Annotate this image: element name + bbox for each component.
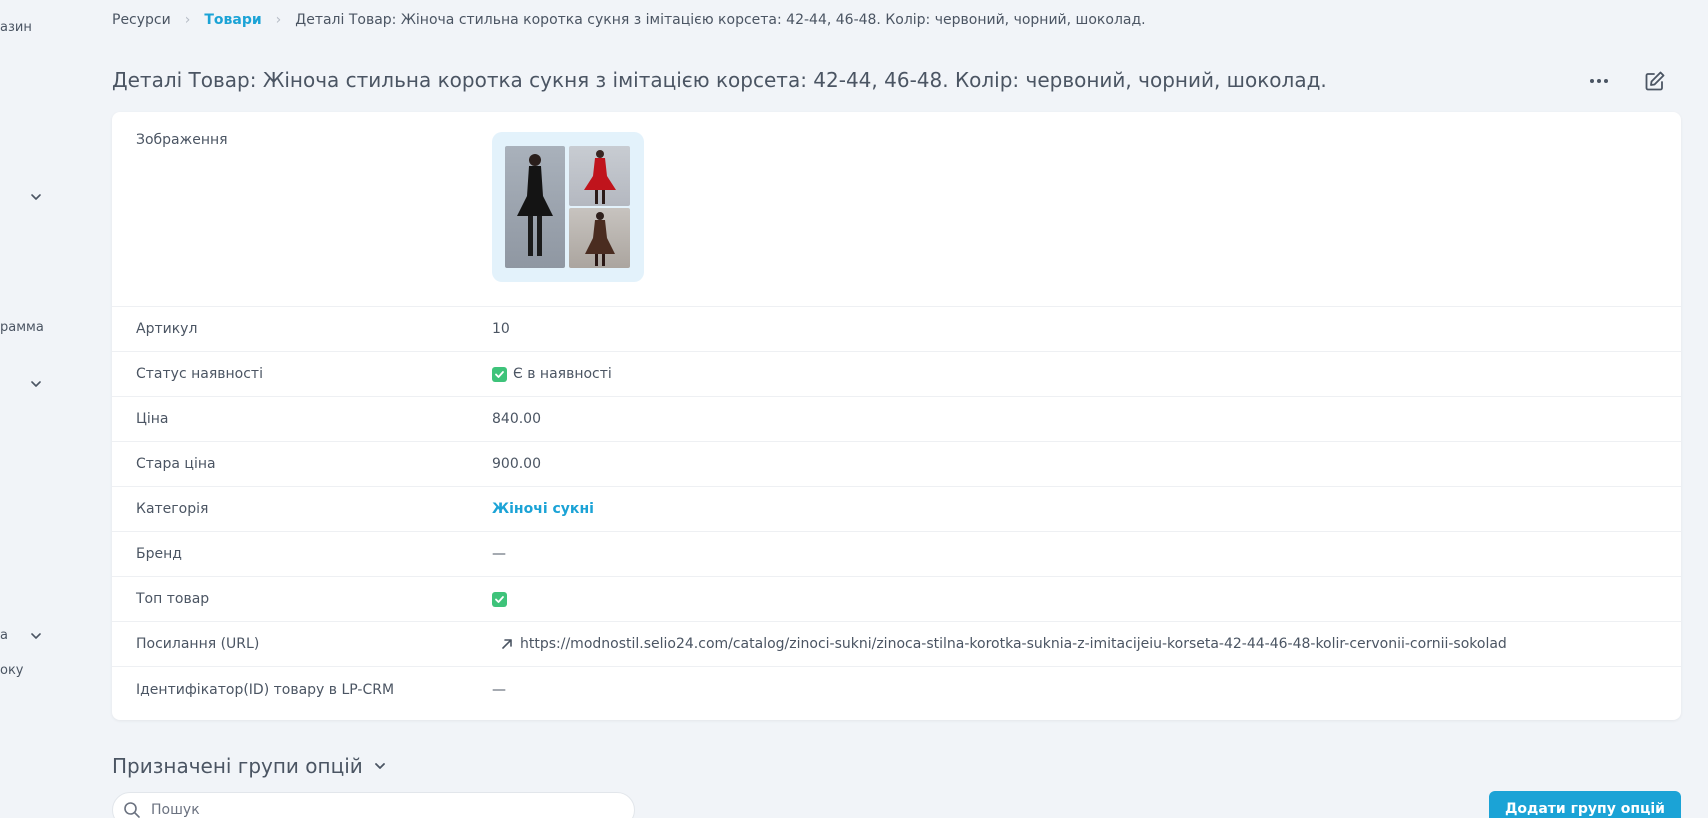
add-option-group-button[interactable]: Додати групу опцій <box>1488 791 1681 818</box>
edit-button[interactable] <box>1642 68 1668 94</box>
chevron-down-icon[interactable] <box>29 377 43 391</box>
checkbox-checked-icon <box>492 591 507 607</box>
sidebar-item-fragment[interactable]: азин <box>0 20 32 35</box>
detail-value: 900.00 <box>492 456 541 472</box>
detail-row-sku: Артикул 10 <box>112 307 1681 352</box>
checkbox-checked-icon <box>492 366 507 382</box>
photo-black-dress <box>505 146 565 268</box>
detail-label: Топ товар <box>136 591 210 607</box>
external-link-arrow-icon <box>502 639 512 649</box>
detail-value: — <box>492 546 506 562</box>
detail-label: Зображення <box>136 132 228 148</box>
page-title: Деталі Товар: Жіноча стильна коротка сук… <box>112 68 1327 92</box>
breadcrumb-separator-icon: › <box>275 12 282 28</box>
more-actions-button[interactable] <box>1586 68 1612 94</box>
photo-red-dress <box>569 146 630 206</box>
detail-label: Ціна <box>136 411 169 427</box>
breadcrumb-current: Деталі Товар: Жіноча стильна коротка сук… <box>295 12 1146 28</box>
detail-label: Стара ціна <box>136 456 216 472</box>
category-link[interactable]: Жіночі сукні <box>492 501 594 517</box>
detail-row-top-product: Топ товар <box>112 577 1681 622</box>
breadcrumb-resources[interactable]: Ресурси <box>112 12 171 28</box>
sidebar-item-fragment[interactable]: а <box>0 628 8 643</box>
option-groups-title: Призначені групи опцій <box>112 754 363 778</box>
dress-figure <box>584 212 615 266</box>
availability-status: Є в наявності <box>513 366 612 382</box>
photo-chocolate-dress <box>569 208 630 268</box>
breadcrumb: Ресурси › Товари › Деталі Товар: Жіноча … <box>112 12 1146 28</box>
detail-row-url: Посилання (URL) https://modnostil.selio2… <box>112 622 1681 667</box>
chevron-down-icon <box>374 763 385 769</box>
detail-row-lp-crm-id: Ідентифікатор(ID) товару в LP-CRM — <box>112 667 1681 712</box>
chevron-down-icon[interactable] <box>29 190 43 204</box>
sidebar-item-fragment[interactable]: оку <box>0 663 24 678</box>
detail-row-category: Категорія Жіночі сукні <box>112 487 1681 532</box>
option-groups-search <box>112 792 635 818</box>
breadcrumb-separator-icon: › <box>184 12 191 28</box>
search-input[interactable] <box>151 802 601 818</box>
product-url-link[interactable]: https://modnostil.selio24.com/catalog/zi… <box>492 636 1681 652</box>
edit-icon <box>1645 71 1665 91</box>
detail-row-image: Зображення <box>112 112 1681 307</box>
detail-value: 840.00 <box>492 411 541 427</box>
product-image-collage <box>505 146 630 268</box>
detail-label: Ідентифікатор(ID) товару в LP-CRM <box>136 681 395 698</box>
title-actions <box>1586 68 1668 94</box>
ellipsis-icon <box>1590 79 1608 83</box>
dress-figure <box>517 154 553 256</box>
detail-row-availability: Статус наявності Є в наявності <box>112 352 1681 397</box>
dress-figure <box>583 150 616 204</box>
sidebar-item-fragment[interactable]: рамма <box>0 320 44 335</box>
detail-label: Статус наявності <box>136 366 263 382</box>
detail-label: Посилання (URL) <box>136 636 260 652</box>
detail-row-old-price: Стара ціна 900.00 <box>112 442 1681 487</box>
product-image[interactable] <box>492 132 644 282</box>
detail-value: 10 <box>492 321 510 337</box>
detail-label: Артикул <box>136 321 198 337</box>
detail-value: — <box>492 681 506 698</box>
detail-row-brand: Бренд — <box>112 532 1681 577</box>
detail-label: Категорія <box>136 501 209 517</box>
product-details-card: Зображення Артикул 10 Статус наявності Є… <box>112 112 1681 720</box>
option-groups-toggle[interactable]: Призначені групи опцій <box>112 754 387 778</box>
detail-label: Бренд <box>136 546 182 562</box>
product-url-text: https://modnostil.selio24.com/catalog/zi… <box>520 636 1507 652</box>
breadcrumb-products-link[interactable]: Товари <box>204 12 261 28</box>
search-icon <box>124 802 140 818</box>
chevron-down-icon[interactable] <box>29 629 43 643</box>
detail-row-price: Ціна 840.00 <box>112 397 1681 442</box>
